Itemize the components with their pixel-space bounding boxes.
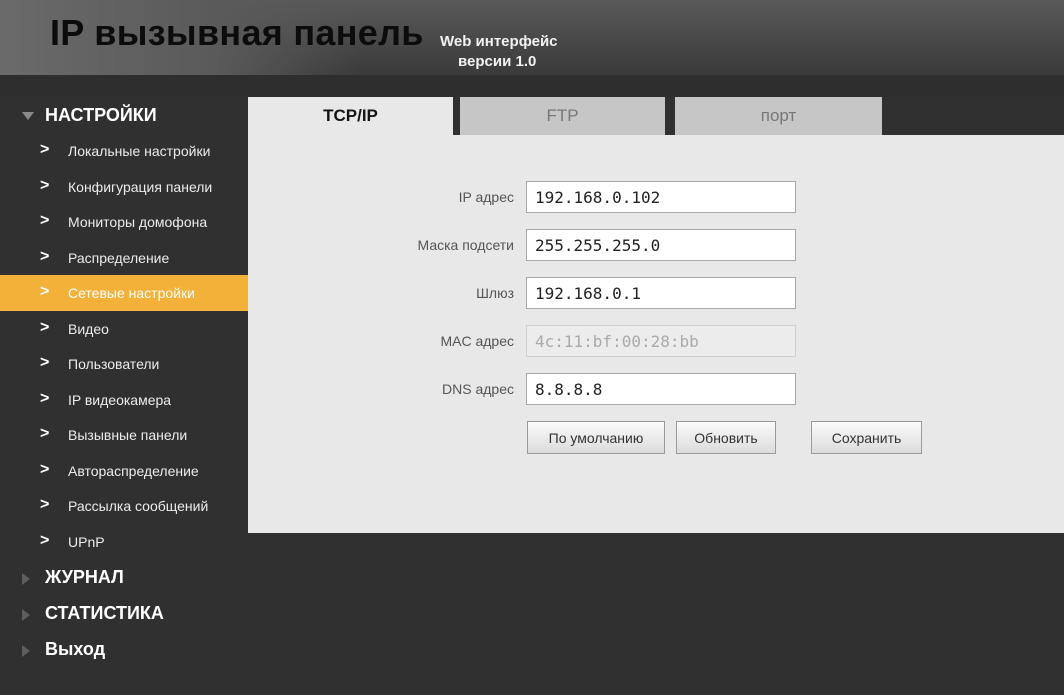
sidebar-item-video[interactable]: > Видео (0, 311, 248, 347)
sidebar-section-exit[interactable]: Выход (0, 631, 248, 667)
gateway-input[interactable] (526, 277, 796, 309)
chevron-right-icon: > (40, 247, 50, 265)
sidebar-item-users[interactable]: > Пользователи (0, 346, 248, 382)
mac-address-input (526, 325, 796, 357)
sidebar-item-monitors[interactable]: > Мониторы домофона (0, 204, 248, 240)
sidebar-item-label: Рассылка сообщений (68, 498, 209, 514)
chevron-right-icon: > (40, 425, 50, 442)
sidebar-section-journal[interactable]: ЖУРНАЛ (0, 559, 248, 595)
sidebar-item-label: Сетевые настройки (68, 285, 195, 301)
sidebar-section-label: ЖУРНАЛ (45, 567, 124, 587)
gateway-label: Шлюз (476, 285, 514, 301)
save-button[interactable]: Сохранить (811, 421, 922, 454)
sidebar-item-label: Локальные настройки (68, 143, 211, 159)
triangle-right-icon (22, 573, 30, 585)
header-divider (0, 75, 1064, 97)
chevron-right-icon: > (40, 389, 50, 407)
sidebar-item-panel-config[interactable]: > Конфигурация панели (0, 169, 248, 205)
subnet-mask-input[interactable] (526, 229, 796, 261)
sidebar-item-label: Мониторы домофона (68, 214, 208, 230)
sidebar-item-local-settings[interactable]: > Локальные настройки (0, 133, 248, 169)
chevron-right-icon: > (40, 176, 50, 194)
sidebar-item-label: Конфигурация панели (68, 178, 213, 195)
default-button[interactable]: По умолчанию (527, 421, 665, 454)
chevron-right-icon: > (40, 283, 50, 300)
sidebar-item-label: Распределение (68, 249, 170, 266)
subnet-mask-label: Маска подсети (417, 237, 515, 253)
header-bar: IP вызывная панель Web интерфейс версии … (0, 0, 1064, 75)
triangle-right-icon (22, 609, 30, 621)
tab-port[interactable]: порт (675, 97, 882, 135)
subtitle-line-1: Web интерфейс (440, 33, 558, 50)
settings-panel: TCP/IP FTP порт IP адрес Маска подсети Ш… (248, 97, 1064, 533)
subnet-mask-row: Маска подсети (248, 229, 1064, 261)
sidebar-item-label: UPnP (68, 533, 105, 550)
chevron-right-icon: > (40, 318, 50, 336)
ip-address-row: IP адрес (248, 181, 1064, 213)
chevron-right-icon: > (40, 354, 50, 371)
sidebar-item-label: IP видеокамера (68, 391, 172, 408)
sidebar-item-label: Вызывные панели (68, 427, 188, 443)
chevron-right-icon: > (40, 460, 50, 478)
tab-bar: TCP/IP FTP порт (248, 97, 1064, 135)
chevron-right-icon: > (40, 212, 50, 229)
app-subtitle: Web интерфейс версии 1.0 (440, 32, 580, 72)
sidebar-item-ip-camera[interactable]: > IP видеокамера (0, 382, 248, 418)
sidebar-section-label: СТАТИСТИКА (45, 603, 164, 623)
chevron-right-icon: > (40, 531, 50, 549)
app-title: IP вызывная панель (50, 12, 424, 53)
sidebar-item-label: Пользователи (68, 356, 160, 372)
dns-address-label: DNS адрес (442, 381, 514, 397)
sidebar-section-label: Выход (45, 639, 106, 659)
sidebar-item-call-panels[interactable]: > Вызывные панели (0, 417, 248, 453)
sidebar-section-settings[interactable]: НАСТРОЙКИ (0, 97, 248, 133)
triangle-down-icon (22, 112, 34, 120)
sidebar-section-statistics[interactable]: СТАТИСТИКА (0, 595, 248, 631)
sidebar-item-upnp[interactable]: > UPnP (0, 524, 248, 560)
sidebar-item-distribution[interactable]: > Распределение (0, 240, 248, 276)
sidebar-item-messages[interactable]: > Рассылка сообщений (0, 488, 248, 524)
sidebar-item-auto-distribution[interactable]: > Автораспределение (0, 453, 248, 489)
subtitle-line-2: версии 1.0 (458, 53, 537, 70)
gateway-row: Шлюз (248, 277, 1064, 309)
sidebar: НАСТРОЙКИ > Локальные настройки > Конфиг… (0, 97, 248, 667)
ip-address-label: IP адрес (458, 189, 514, 205)
ip-address-input[interactable] (526, 181, 796, 213)
tab-ftp[interactable]: FTP (460, 97, 665, 135)
mac-address-label: MAC адрес (440, 333, 514, 349)
sidebar-item-network-settings[interactable]: > Сетевые настройки (0, 275, 248, 311)
triangle-right-icon (22, 645, 30, 657)
chevron-right-icon: > (40, 496, 50, 513)
dns-address-input[interactable] (526, 373, 796, 405)
chevron-right-icon: > (40, 141, 50, 158)
dns-address-row: DNS адрес (248, 373, 1064, 405)
sidebar-section-label: НАСТРОЙКИ (45, 105, 157, 125)
sidebar-item-label: Видео (68, 320, 109, 337)
sidebar-item-label: Автораспределение (68, 462, 199, 479)
refresh-button[interactable]: Обновить (676, 421, 776, 454)
mac-address-row: MAC адрес (248, 325, 1064, 357)
tab-tcpip[interactable]: TCP/IP (248, 97, 453, 135)
